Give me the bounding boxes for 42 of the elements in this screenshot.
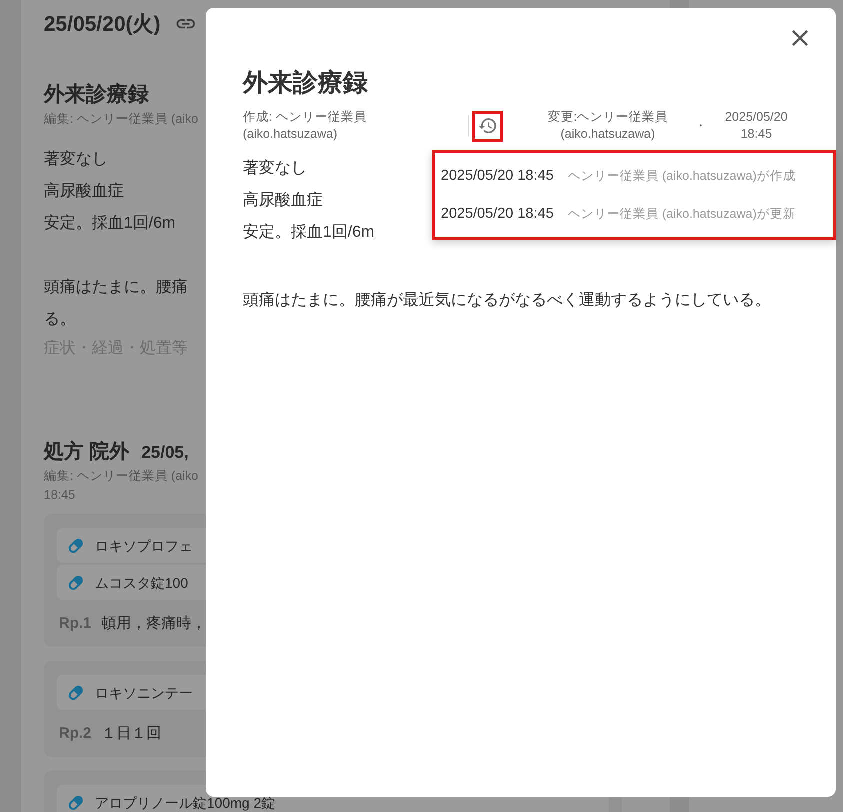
- note-line: る。: [44, 310, 77, 330]
- date-heading: 25/05/20(火): [44, 12, 161, 38]
- note-line: 頭痛はたまに。腰痛: [44, 278, 188, 298]
- usage-text: 頓用，疼痛時，: [102, 614, 207, 633]
- history-text: ヘンリー従業員 (aiko.hatsuzawa)が作成: [568, 168, 796, 184]
- section-title: 外来診療録: [44, 82, 149, 108]
- prescription-date: 25/05,: [142, 443, 189, 463]
- pill-icon: [67, 684, 85, 702]
- usage-text: １日１回: [102, 724, 162, 743]
- pill-icon: [67, 536, 85, 554]
- pill-icon: [67, 574, 85, 592]
- drug-name: アロプリノール錠100mg 2錠: [95, 794, 276, 810]
- history-time: 2025/05/20 18:45: [441, 206, 554, 222]
- note-line: 著変なし: [44, 150, 109, 170]
- changed-time: 2025/05/20 18:45: [724, 109, 789, 143]
- note-line: 高尿酸血症: [44, 182, 125, 202]
- note-line: 安定。採血1回/6m: [44, 214, 176, 234]
- dialog-title: 外来診療録: [243, 68, 369, 99]
- edit-info: 編集: ヘンリー従業員 (aiko: [44, 468, 199, 485]
- note-line: 著変なし: [243, 158, 307, 179]
- note-paragraph: 頭痛はたまに。腰痛が最近気になるがなるべく運動するようにしている。: [243, 290, 772, 311]
- note-line: 安定。採血1回/6m: [243, 222, 375, 243]
- pill-icon: [67, 794, 85, 812]
- edit-info: 18:45: [44, 488, 76, 502]
- history-button[interactable]: [472, 110, 503, 142]
- edit-info: 編集: ヘンリー従業員 (aiko: [44, 111, 199, 128]
- drug-name: ロキソニンテー: [95, 684, 193, 700]
- changed-info: 変更:ヘンリー従業員 (aiko.hatsuzawa): [546, 109, 670, 143]
- rp-label: Rp.1: [59, 615, 92, 632]
- drug-name: ロキソプロフェ: [95, 538, 193, 554]
- history-entry[interactable]: 2025/05/20 18:45 ヘンリー従業員 (aiko.hatsuzawa)が作成: [435, 157, 833, 195]
- section-title: 処方 院外: [44, 440, 130, 465]
- history-text: ヘンリー従業員 (aiko.hatsuzawa)が更新: [568, 206, 796, 222]
- drug-name: ムコスタ錠100: [95, 574, 188, 590]
- history-entry[interactable]: 2025/05/20 18:45 ヘンリー従業員 (aiko.hatsuzawa)が更新: [435, 195, 833, 233]
- created-info: 作成: ヘンリー従業員 (aiko.hatsuzawa): [243, 109, 368, 143]
- note-line: 高尿酸血症: [243, 190, 323, 211]
- close-button[interactable]: ×: [784, 24, 816, 52]
- separator-dot: ・: [694, 118, 708, 134]
- rp-label: Rp.2: [59, 725, 92, 742]
- history-icon: [478, 116, 498, 136]
- history-time: 2025/05/20 18:45: [441, 168, 554, 184]
